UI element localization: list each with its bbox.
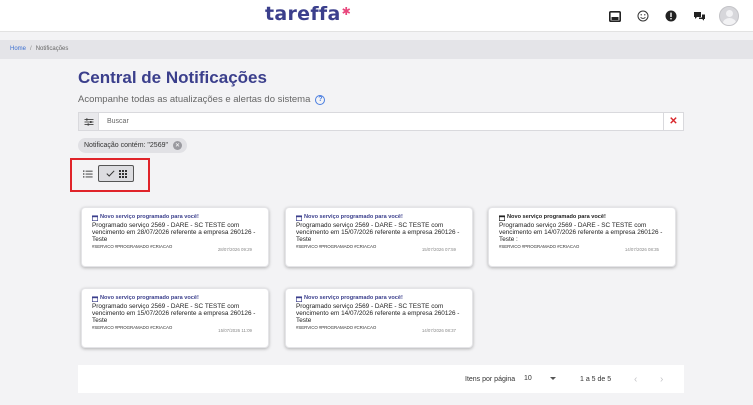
card-title: Novo serviço programado para você! (499, 214, 667, 221)
caret-down-icon (550, 377, 556, 380)
prev-page-icon[interactable]: ‹ (634, 374, 637, 385)
card-title-text: Novo serviço programado para você! (304, 214, 403, 220)
card-line: Teste (296, 236, 312, 244)
page-size-value: 10 (524, 375, 532, 382)
calendar-icon (92, 214, 98, 221)
filter-sliders-icon (84, 118, 93, 125)
card-title: Novo serviço programado para você! (296, 214, 464, 221)
card-body: Programado serviço 2569 - DARE - SC TEST… (92, 222, 260, 244)
card-body: Programado serviço 2569 - DARE - SC TEST… (499, 222, 667, 244)
notification-card[interactable]: Novo serviço programado para você! Progr… (285, 207, 473, 267)
breadcrumb-home[interactable]: Home (10, 46, 26, 52)
smiley-icon[interactable] (635, 8, 651, 24)
card-line: Teste : (499, 236, 518, 244)
notification-card[interactable]: Novo serviço programado para você! Progr… (81, 288, 269, 348)
card-line: Programado serviço 2569 - DARE - SC TEST… (296, 221, 444, 229)
card-body: Programado serviço 2569 - DARE - SC TEST… (92, 303, 260, 325)
list-view-icon (83, 170, 93, 178)
items-per-page-label: Itens por página (465, 376, 516, 383)
inbox-icon[interactable] (607, 8, 623, 24)
card-line: vencimento em 15/07/2026 referente a emp… (92, 309, 256, 317)
card-line: vencimento em 28/07/2026 referente a emp… (92, 228, 256, 236)
top-bar: tareffa✱ (0, 0, 753, 32)
card-date: 15/07/2026 07:59 (421, 246, 456, 252)
check-icon (105, 170, 115, 177)
page-title: Central de Notificações (78, 68, 267, 87)
notification-card[interactable]: Novo serviço programado para você! Progr… (81, 207, 269, 267)
card-title-text: Novo serviço programado para você! (507, 214, 606, 220)
card-line: vencimento em 14/07/2026 referente a emp… (296, 309, 460, 317)
card-line: Programado serviço 2569 - DARE - SC TEST… (296, 302, 444, 310)
top-icons (607, 6, 739, 26)
card-title-text: Novo serviço programado para você! (100, 214, 199, 220)
card-footer: #SERVICO #PROGRAMADO #CRIACAO 14/07/2026 … (296, 324, 464, 333)
search-bar: ✕ (78, 112, 684, 131)
card-footer: #SERVICO #PROGRAMADO #CRIACAO 15/07/2026 … (92, 324, 260, 333)
page-subtitle-text: Acompanhe todas as atualizações e alerta… (78, 94, 311, 105)
alert-icon[interactable] (663, 8, 679, 24)
card-line: vencimento em 14/07/2026 referente a emp… (499, 228, 663, 236)
calendar-icon (296, 214, 302, 221)
card-tags: #SERVICO #PROGRAMADO #CRIACAO (296, 243, 377, 249)
close-icon: ✕ (669, 116, 678, 127)
card-title: Novo serviço programado para você! (92, 295, 260, 302)
card-title-text: Novo serviço programado para você! (100, 295, 199, 301)
card-date: 14/07/2026 08:35 (624, 246, 659, 252)
chat-icon[interactable] (691, 8, 707, 24)
card-date: 15/07/2026 11:09 (218, 327, 252, 333)
calendar-icon (92, 295, 98, 302)
breadcrumb-separator: / (30, 46, 32, 52)
grid-view-icon (118, 169, 127, 178)
help-icon[interactable]: ? (315, 94, 326, 105)
logo-text: tareffa (265, 3, 341, 25)
card-footer: #SERVICO #PROGRAMADO #CRIACAO 14/07/2026 … (499, 243, 667, 252)
card-tags: #SERVICO #PROGRAMADO #CRIACAO (499, 243, 580, 249)
logo[interactable]: tareffa✱ (265, 3, 351, 25)
list-view-button[interactable] (80, 167, 96, 181)
card-line: Programado serviço 2569 - DARE - SC TEST… (92, 221, 240, 229)
card-body: Programado serviço 2569 - DARE - SC TEST… (296, 222, 464, 244)
card-body: Programado serviço 2569 - DARE - SC TEST… (296, 303, 464, 325)
filter-chip-label: Notificação contém: "2569" (84, 142, 168, 149)
calendar-icon (499, 214, 505, 221)
card-date: 14/07/2026 08:37 (421, 327, 456, 333)
card-title: Novo serviço programado para você! (296, 295, 464, 302)
card-line: Teste (92, 236, 108, 244)
notification-card[interactable]: Novo serviço programado para você! Progr… (285, 288, 473, 348)
filter-button[interactable] (79, 113, 99, 130)
search-input[interactable] (99, 118, 663, 125)
card-tags: #SERVICO #PROGRAMADO #CRIACAO (296, 324, 377, 330)
card-line: vencimento em 15/07/2026 referente a emp… (296, 228, 460, 236)
page-range: 1 a 5 de 5 (580, 376, 612, 383)
pagination-bar: Itens por página 10 1 a 5 de 5 ‹ › (78, 365, 684, 393)
logo-spark-icon: ✱ (341, 5, 352, 18)
card-title-text: Novo serviço programado para você! (304, 295, 403, 301)
card-line: Programado serviço 2569 - DARE - SC TEST… (499, 221, 647, 229)
card-line: Programado serviço 2569 - DARE - SC TEST… (92, 302, 240, 310)
remove-filter-icon[interactable]: ✕ (172, 141, 182, 150)
card-title: Novo serviço programado para você! (92, 214, 260, 221)
page-size-select[interactable]: 10 (524, 375, 556, 382)
breadcrumb-current: Notificações (35, 46, 69, 52)
notification-card[interactable]: Novo serviço programado para você! Progr… (488, 207, 676, 267)
filter-chip: Notificação contém: "2569" ✕ (78, 138, 187, 153)
card-date: 28/07/2026 09:29 (217, 246, 252, 252)
card-footer: #SERVICO #PROGRAMADO #CRIACAO 28/07/2026 … (92, 243, 260, 252)
calendar-icon (296, 295, 302, 302)
card-line: Teste (296, 317, 312, 325)
card-tags: #SERVICO #PROGRAMADO #CRIACAO (92, 324, 173, 330)
card-footer: #SERVICO #PROGRAMADO #CRIACAO 15/07/2026 … (296, 243, 464, 252)
clear-search-button[interactable]: ✕ (663, 113, 683, 130)
page-subtitle: Acompanhe todas as atualizações e alerta… (78, 94, 326, 105)
card-tags: #SERVICO #PROGRAMADO #CRIACAO (92, 243, 173, 249)
next-page-icon[interactable]: › (660, 374, 663, 385)
grid-view-button[interactable] (98, 165, 134, 182)
breadcrumb: Home / Notificações (0, 40, 753, 59)
card-line: Teste (92, 317, 108, 325)
avatar[interactable] (719, 6, 739, 26)
